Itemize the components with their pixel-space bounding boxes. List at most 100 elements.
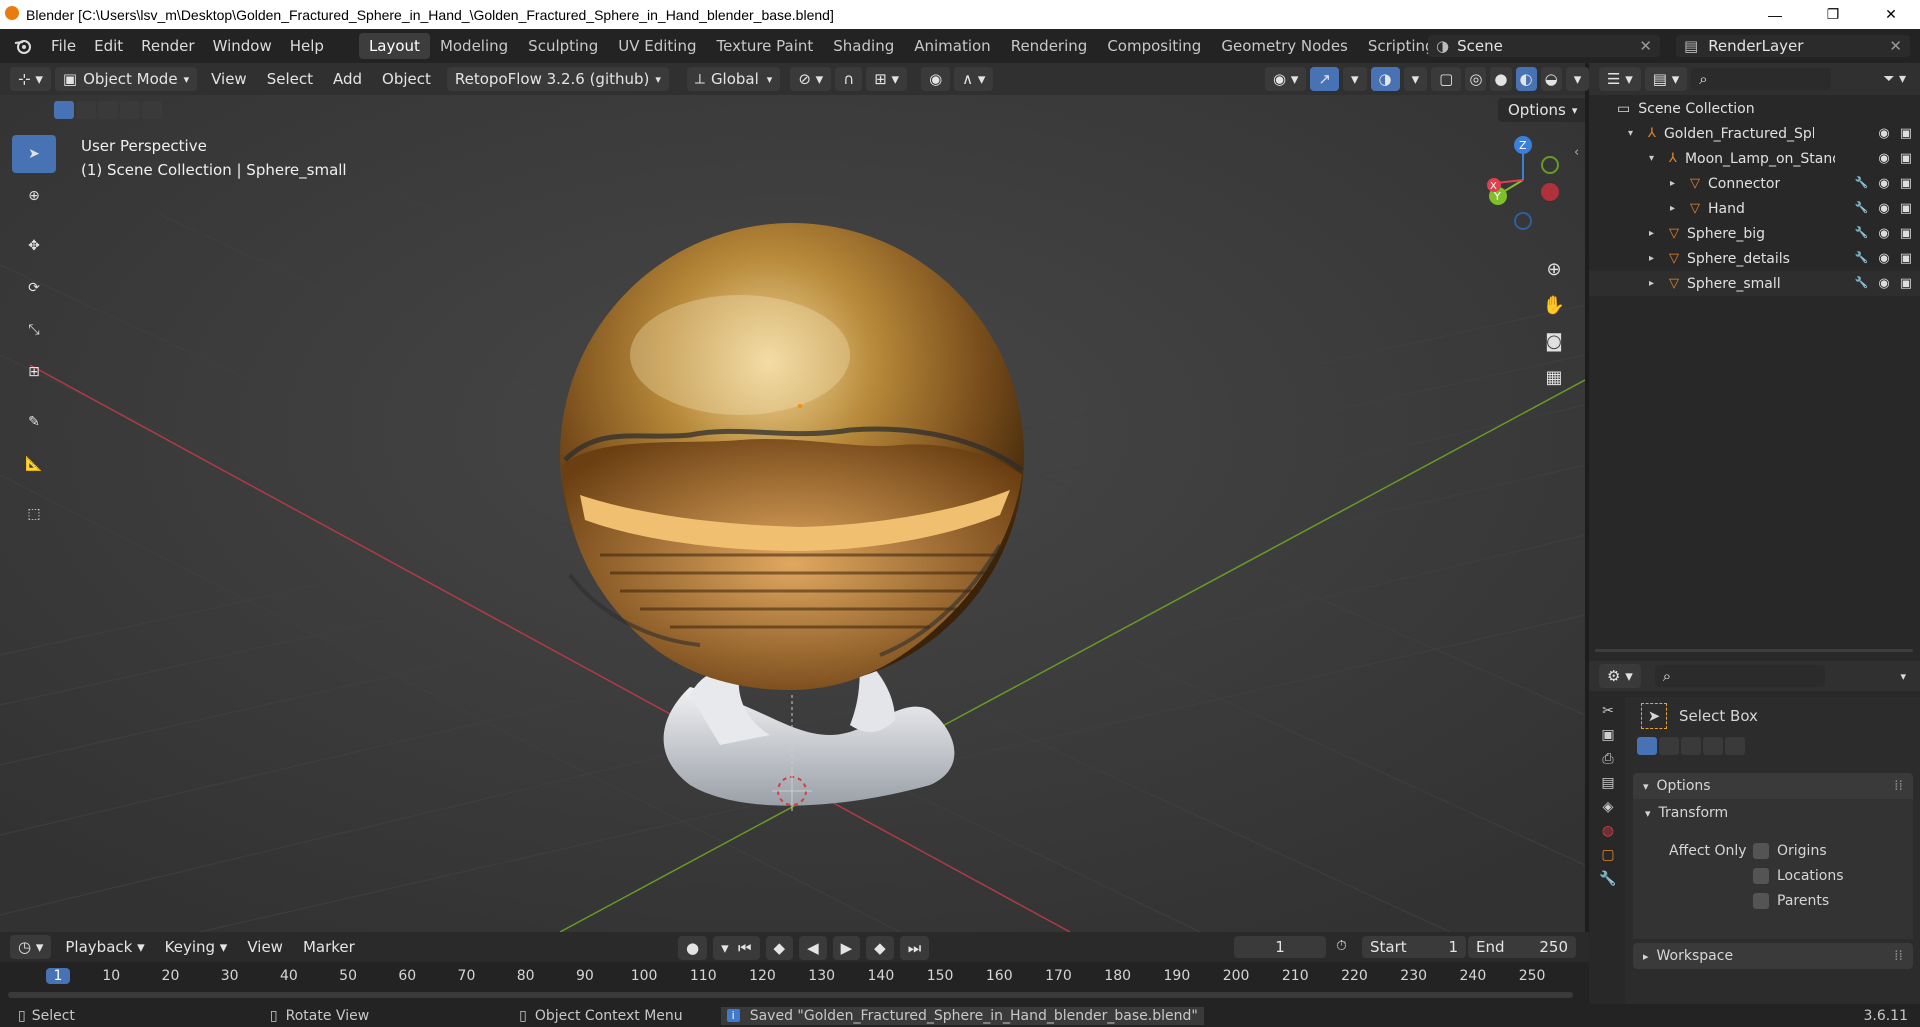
menu-add[interactable]: Add <box>323 70 372 88</box>
outliner-item[interactable]: ▸ ▽ Hand 🔧 ◉ ▣ <box>1589 196 1920 221</box>
navigation-gizmo[interactable]: Z Y X <box>1478 135 1578 235</box>
shading-solid[interactable]: ● <box>1490 67 1512 91</box>
eye-icon[interactable]: ◉ <box>1878 251 1889 266</box>
camera-icon[interactable]: ▣ <box>1900 151 1912 166</box>
camera-icon[interactable]: ▣ <box>1900 276 1912 291</box>
maximize-button[interactable]: ❐ <box>1804 0 1862 29</box>
transform-tool[interactable]: ⊞ <box>12 353 56 391</box>
outliner-item[interactable]: ▾ ⅄ Golden_Fractured_Sphere ◉ ▣ <box>1589 121 1920 146</box>
outliner-item[interactable]: ▸ ▽ Sphere_details 🔧 ◉ ▣ <box>1589 246 1920 271</box>
expand-right-icon[interactable]: ▸ <box>1670 178 1686 189</box>
eye-icon[interactable]: ◉ <box>1878 276 1889 291</box>
tab-uv-editing[interactable]: UV Editing <box>608 33 706 59</box>
outliner-item[interactable]: ▸ ▽ Sphere_big 🔧 ◉ ▣ <box>1589 221 1920 246</box>
menu-edit[interactable]: Edit <box>85 37 132 55</box>
minimize-button[interactable]: — <box>1746 0 1804 29</box>
camera-icon[interactable]: ▣ <box>1900 251 1912 266</box>
zoom-icon[interactable]: ⊕ <box>1540 255 1568 283</box>
modifier-wrench-icon[interactable]: 🔧 <box>1855 176 1869 191</box>
camera-icon[interactable]: ◙ <box>1540 327 1568 355</box>
properties-editor-type[interactable]: ⚙ ▾ <box>1599 664 1641 688</box>
measure-tool[interactable]: 📐 <box>12 445 56 483</box>
eye-icon[interactable]: ◉ <box>1878 176 1889 191</box>
tab-modeling[interactable]: Modeling <box>430 33 518 59</box>
outliner-item[interactable]: ▸ ▽ Sphere_small 🔧 ◉ ▣ <box>1589 271 1920 296</box>
tab-geometry-nodes[interactable]: Geometry Nodes <box>1211 33 1358 59</box>
editor-type-button[interactable]: ⊹ ▾ <box>10 67 51 91</box>
menu-help[interactable]: Help <box>281 37 333 55</box>
options-panel-header[interactable]: ▾ Options ⁞⁞ <box>1633 773 1913 799</box>
close-icon[interactable]: ✕ <box>1889 37 1902 55</box>
chevron-down-icon[interactable]: ▾ <box>1900 670 1906 683</box>
menu-window[interactable]: Window <box>204 37 281 55</box>
outliner-item[interactable]: ▾ ⅄ Moon_Lamp_on_Stand ◉ ▣ <box>1589 146 1920 171</box>
expand-right-icon[interactable]: ▸ <box>1649 228 1665 239</box>
filter-icon[interactable]: ⏷ ▾ <box>1883 71 1906 87</box>
shading-wireframe[interactable]: ◎ <box>1465 67 1487 91</box>
origins-checkbox[interactable]: Origins <box>1753 843 1827 859</box>
select-new-icon[interactable] <box>1637 737 1657 755</box>
proportional-edit-toggle[interactable]: ◉ <box>921 67 951 91</box>
parents-checkbox[interactable]: Parents <box>1753 893 1829 909</box>
camera-icon[interactable]: ▣ <box>1900 126 1912 141</box>
select-new-icon[interactable] <box>54 101 74 119</box>
expand-right-icon[interactable]: ▸ <box>1649 253 1665 264</box>
properties-search-input[interactable]: ⌕ <box>1654 665 1825 687</box>
close-icon[interactable]: ✕ <box>1639 37 1652 55</box>
outliner-root[interactable]: ▭ Scene Collection <box>1589 96 1920 121</box>
eye-icon[interactable]: ◉ <box>1878 226 1889 241</box>
select-intersect-icon[interactable] <box>142 101 162 119</box>
menu-render[interactable]: Render <box>132 37 203 55</box>
menu-select[interactable]: Select <box>257 70 323 88</box>
eye-icon[interactable]: ◉ <box>1878 126 1889 141</box>
world-tab-icon[interactable]: ◍ <box>1602 823 1614 839</box>
menu-view[interactable]: View <box>201 70 257 88</box>
modifier-wrench-icon[interactable]: 🔧 <box>1855 201 1869 216</box>
scene-tab-icon[interactable]: ◈ <box>1603 799 1614 815</box>
object-tab-icon[interactable]: ▢ <box>1601 847 1614 863</box>
tab-rendering[interactable]: Rendering <box>1001 33 1098 59</box>
outliner-item[interactable]: ▸ ▽ Connector 🔧 ◉ ▣ <box>1589 171 1920 196</box>
outliner-search-input[interactable]: ⌕ <box>1691 68 1832 90</box>
expand-right-icon[interactable]: ▸ <box>1670 203 1686 214</box>
view-layer-tab-icon[interactable]: ▤ <box>1601 775 1614 791</box>
eye-icon[interactable]: ◉ <box>1878 151 1889 166</box>
outliner-scrollbar[interactable] <box>1595 649 1913 652</box>
modifier-tab-icon[interactable]: 🔧 <box>1599 871 1616 887</box>
outliner-editor-type[interactable]: ☰ ▾ <box>1599 67 1641 91</box>
render-tab-icon[interactable]: ▣ <box>1601 727 1614 743</box>
menu-file[interactable]: File <box>42 37 85 55</box>
tab-compositing[interactable]: Compositing <box>1097 33 1211 59</box>
expand-down-icon[interactable]: ▾ <box>1628 128 1644 139</box>
report-message[interactable]: i Saved "Golden_Fractured_Sphere_in_Hand… <box>720 1006 1204 1025</box>
expand-right-icon[interactable]: ▸ <box>1649 278 1665 289</box>
eye-icon[interactable]: ◉ <box>1878 201 1889 216</box>
locations-checkbox[interactable]: Locations <box>1753 868 1844 884</box>
modifier-wrench-icon[interactable]: 🔧 <box>1855 226 1869 241</box>
tab-animation[interactable]: Animation <box>904 33 1000 59</box>
close-button[interactable]: ✕ <box>1862 0 1920 29</box>
drag-handle-icon[interactable]: ⁞⁞ <box>1894 778 1903 794</box>
retopoflow-dropdown[interactable]: RetopoFlow 3.2.6 (github) ▾ <box>446 67 669 91</box>
gizmo-dropdown[interactable]: ▾ <box>1342 67 1367 91</box>
add-cube-tool[interactable]: ⬚ <box>12 495 56 533</box>
gizmo-toggle[interactable]: ↗ <box>1310 67 1339 91</box>
select-intersect-icon[interactable] <box>1725 737 1745 755</box>
select-box-tool[interactable]: ➤ <box>12 135 56 173</box>
xray-toggle[interactable]: ▢ <box>1431 67 1462 91</box>
output-tab-icon[interactable]: ⎙ <box>1602 751 1613 767</box>
expand-down-icon[interactable]: ▾ <box>1649 153 1665 164</box>
select-extend-icon[interactable] <box>1659 737 1679 755</box>
visibility-dropdown[interactable]: ◉ ▾ <box>1265 67 1307 91</box>
snap-target-dropdown[interactable]: ⊞ ▾ <box>866 67 908 91</box>
tab-texture-paint[interactable]: Texture Paint <box>706 33 823 59</box>
workspace-panel-header[interactable]: ▸ Workspace ⁞⁞ <box>1633 943 1913 969</box>
camera-icon[interactable]: ▣ <box>1900 226 1912 241</box>
scene-selector[interactable]: ◑ Scene ✕ <box>1428 35 1660 57</box>
overlay-toggle[interactable]: ◑ <box>1370 67 1400 91</box>
select-invert-icon[interactable] <box>1703 737 1723 755</box>
cursor-tool[interactable]: ⊕ <box>12 177 56 215</box>
select-invert-icon[interactable] <box>120 101 140 119</box>
pivot-dropdown[interactable]: ⊘ ▾ <box>790 67 832 91</box>
modifier-wrench-icon[interactable]: 🔧 <box>1855 276 1869 291</box>
